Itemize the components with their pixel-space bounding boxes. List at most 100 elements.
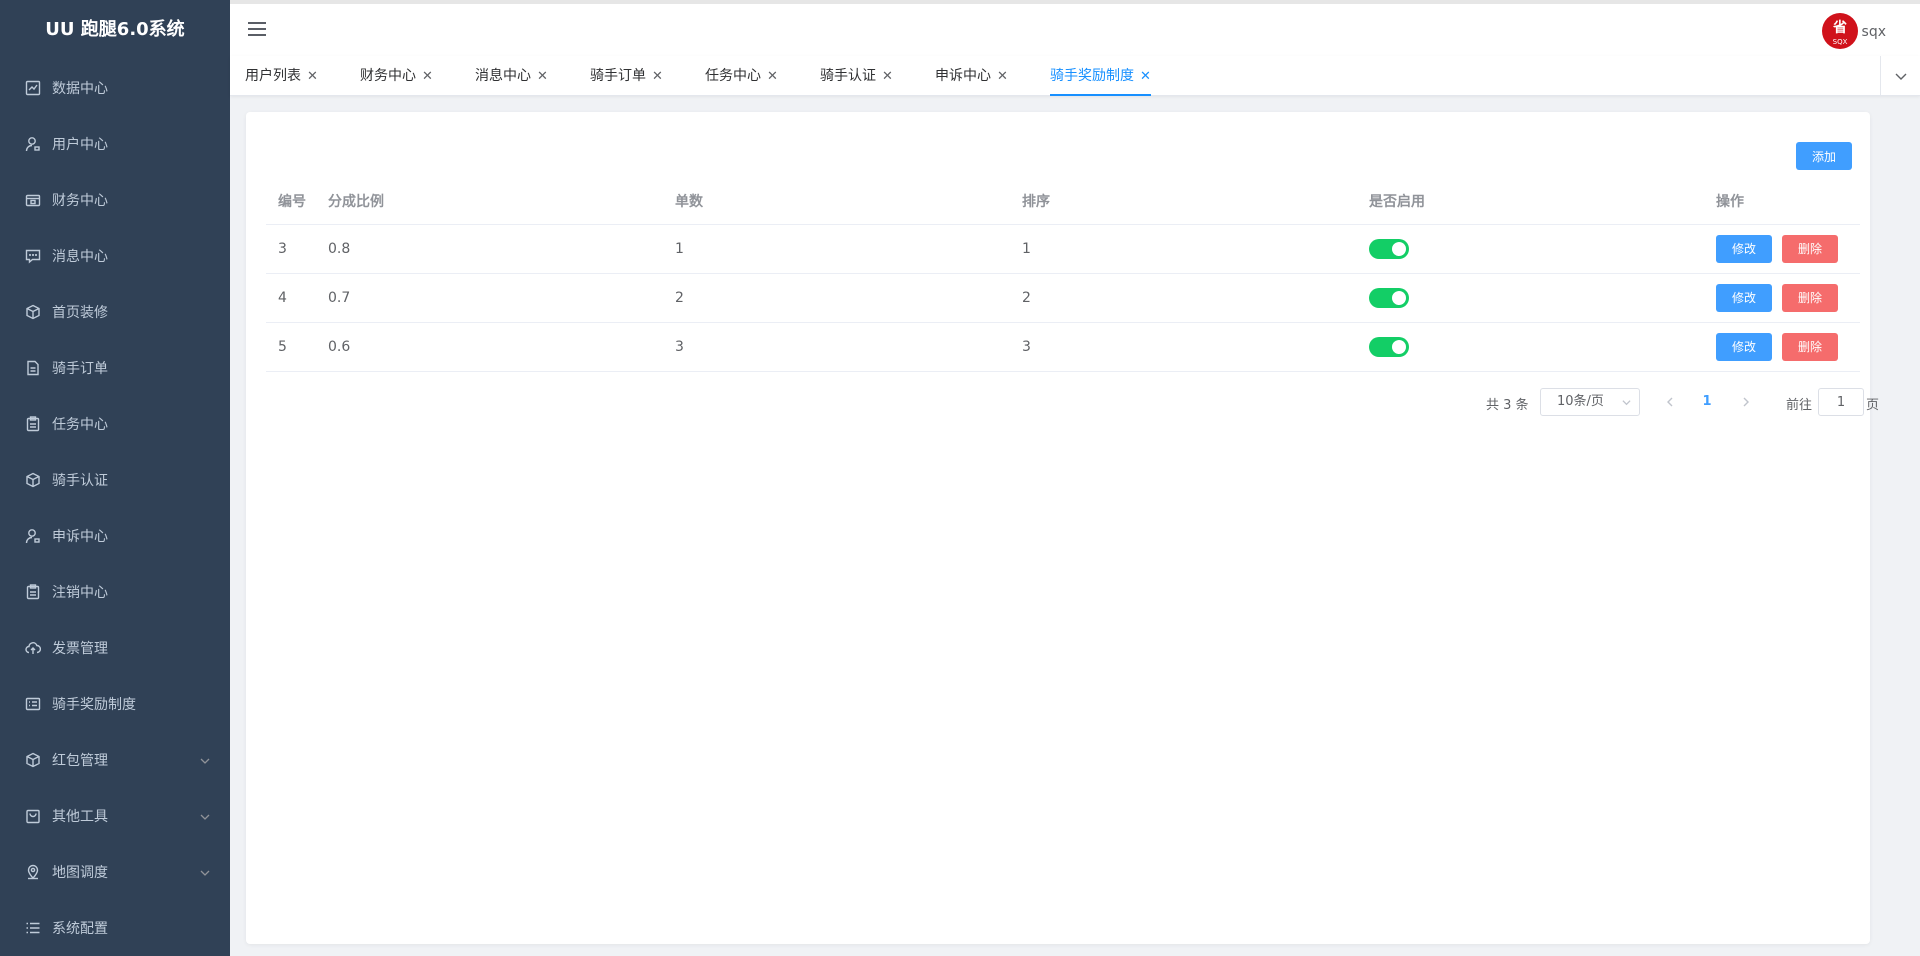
sidebar-item-label: 用户中心 (52, 137, 108, 153)
cell-id: 5 (266, 322, 316, 372)
tag-rider-rewards[interactable]: 骑手奖励制度 ✕ (1050, 56, 1151, 96)
table-row: 5 0.6 3 3 修改 删除 (266, 322, 1860, 372)
edit-button[interactable]: 修改 (1716, 332, 1772, 361)
delete-button[interactable]: 删除 (1782, 283, 1838, 312)
page-size-select[interactable]: 10条/页 (1540, 388, 1640, 416)
goto-page-input[interactable] (1818, 388, 1864, 416)
sidebar-item-label: 首页装修 (52, 305, 108, 321)
sidebar-item-label: 骑手奖励制度 (52, 697, 136, 713)
sidebar-item-label: 骑手认证 (52, 473, 108, 489)
cell-count: 2 (663, 273, 1010, 323)
tag-label: 财务中心 (360, 68, 416, 84)
sidebar-item-label: 发票管理 (52, 641, 108, 657)
delete-button[interactable]: 删除 (1782, 332, 1838, 361)
cell-sort: 1 (1010, 224, 1357, 274)
tag-message-center[interactable]: 消息中心 ✕ (475, 56, 548, 96)
sidebar-item-appeal-center[interactable]: 申诉中心 (0, 508, 230, 564)
close-icon[interactable]: ✕ (537, 69, 548, 84)
tags-dropdown-button[interactable] (1880, 56, 1920, 96)
chevron-down-icon (200, 866, 210, 876)
sidebar-item-invoice[interactable]: 发票管理 (0, 620, 230, 676)
table-header-row: 编号 分成比例 单数 排序 是否启用 操作 (266, 178, 1860, 225)
sidebar-item-home-decoration[interactable]: 首页装修 (0, 284, 230, 340)
tag-label: 骑手认证 (820, 68, 876, 84)
page-number-current[interactable]: 1 (1692, 388, 1722, 416)
sidebar-item-finance[interactable]: 财务中心 (0, 172, 230, 228)
bag-icon (24, 807, 42, 825)
cell-sort: 2 (1010, 273, 1357, 323)
tag-user-list[interactable]: 用户列表 ✕ (245, 56, 318, 96)
sidebar-item-system-config[interactable]: 系统配置 (0, 900, 230, 956)
username[interactable]: sqx (1862, 24, 1886, 40)
sidebar-item-messages[interactable]: 消息中心 (0, 228, 230, 284)
cell-actions: 修改 删除 (1704, 273, 1860, 323)
close-icon[interactable]: ✕ (997, 69, 1008, 84)
sidebar-item-cancellation-center[interactable]: 注销中心 (0, 564, 230, 620)
chart-icon (24, 79, 42, 97)
hamburger-menu-icon[interactable] (248, 22, 266, 36)
close-icon[interactable]: ✕ (652, 69, 663, 84)
next-page-button[interactable] (1736, 388, 1756, 416)
enabled-toggle[interactable] (1369, 336, 1409, 357)
enabled-toggle[interactable] (1369, 238, 1409, 259)
sidebar-item-other-tools[interactable]: 其他工具 (0, 788, 230, 844)
avatar[interactable]: 省 SQX (1822, 13, 1858, 49)
chevron-right-icon (1743, 397, 1749, 407)
message-icon (24, 247, 42, 265)
cell-count: 1 (663, 224, 1010, 274)
sidebar-item-red-packet[interactable]: 红包管理 (0, 732, 230, 788)
cloud-upload-icon (24, 639, 42, 657)
box-icon (24, 303, 42, 321)
sidebar-item-data-center[interactable]: 数据中心 (0, 60, 230, 116)
tag-label: 用户列表 (245, 68, 301, 84)
close-icon[interactable]: ✕ (767, 69, 778, 84)
prev-page-button[interactable] (1660, 388, 1680, 416)
sidebar-item-user-center[interactable]: 用户中心 (0, 116, 230, 172)
close-icon[interactable]: ✕ (422, 69, 433, 84)
tag-task-center[interactable]: 任务中心 ✕ (705, 56, 778, 96)
edit-button[interactable]: 修改 (1716, 283, 1772, 312)
cell-count: 3 (663, 322, 1010, 372)
pagination: 共 3 条 10条/页 1 前往 页 (246, 388, 1879, 416)
chevron-down-icon (200, 810, 210, 820)
sidebar-item-rider-verification[interactable]: 骑手认证 (0, 452, 230, 508)
table-row: 3 0.8 1 1 修改 删除 (266, 224, 1860, 274)
tag-label: 消息中心 (475, 68, 531, 84)
cell-id: 3 (266, 224, 316, 274)
close-icon[interactable]: ✕ (307, 69, 318, 84)
tag-finance-center[interactable]: 财务中心 ✕ (360, 56, 433, 96)
cell-sort: 3 (1010, 322, 1357, 372)
sidebar-item-label: 注销中心 (52, 585, 108, 601)
sidebar-item-label: 任务中心 (52, 417, 108, 433)
tag-rider-verification[interactable]: 骑手认证 ✕ (820, 56, 893, 96)
menu-list-icon (24, 919, 42, 937)
sidebar-item-rider-orders[interactable]: 骑手订单 (0, 340, 230, 396)
sidebar-item-rider-rewards[interactable]: 骑手奖励制度 (0, 676, 230, 732)
sidebar-item-task-center[interactable]: 任务中心 (0, 396, 230, 452)
sidebar-item-map-dispatch[interactable]: 地图调度 (0, 844, 230, 900)
delete-button[interactable]: 删除 (1782, 234, 1838, 263)
cell-ratio: 0.7 (316, 273, 663, 323)
goto-suffix: 页 (1866, 398, 1880, 413)
column-header-sort: 排序 (1010, 178, 1357, 225)
chevron-left-icon (1667, 397, 1673, 407)
sidebar-item-label: 财务中心 (52, 193, 108, 209)
chevron-down-icon (1622, 400, 1631, 406)
avatar-subtext: SQX (1832, 38, 1848, 46)
goto-prefix: 前往 (1786, 398, 1813, 413)
close-icon[interactable]: ✕ (882, 69, 893, 84)
clipboard-icon (24, 583, 42, 601)
tags-view-bar: 用户列表 ✕ 财务中心 ✕ 消息中心 ✕ 骑手订单 ✕ 任务中心 ✕ 骑手认证 ✕ 申诉中心… (230, 56, 1920, 96)
tag-rider-orders[interactable]: 骑手订单 ✕ (590, 56, 663, 96)
top-navbar: 省 SQX sqx (230, 0, 1920, 56)
tag-appeal-center[interactable]: 申诉中心 ✕ (935, 56, 1008, 96)
cell-enabled (1357, 224, 1704, 274)
add-button[interactable]: 添加 (1796, 142, 1852, 170)
edit-button[interactable]: 修改 (1716, 234, 1772, 263)
rewards-table: 编号 分成比例 单数 排序 是否启用 操作 3 0.8 1 1 修改删除 4 (266, 178, 1860, 372)
close-icon[interactable]: ✕ (1140, 69, 1151, 84)
enabled-toggle[interactable] (1369, 287, 1409, 308)
cell-ratio: 0.8 (316, 224, 663, 274)
location-icon (24, 863, 42, 881)
content-card: 添加 编号 分成比例 单数 排序 是否启用 操作 3 0.8 1 1 修改 删除… (246, 112, 1879, 944)
